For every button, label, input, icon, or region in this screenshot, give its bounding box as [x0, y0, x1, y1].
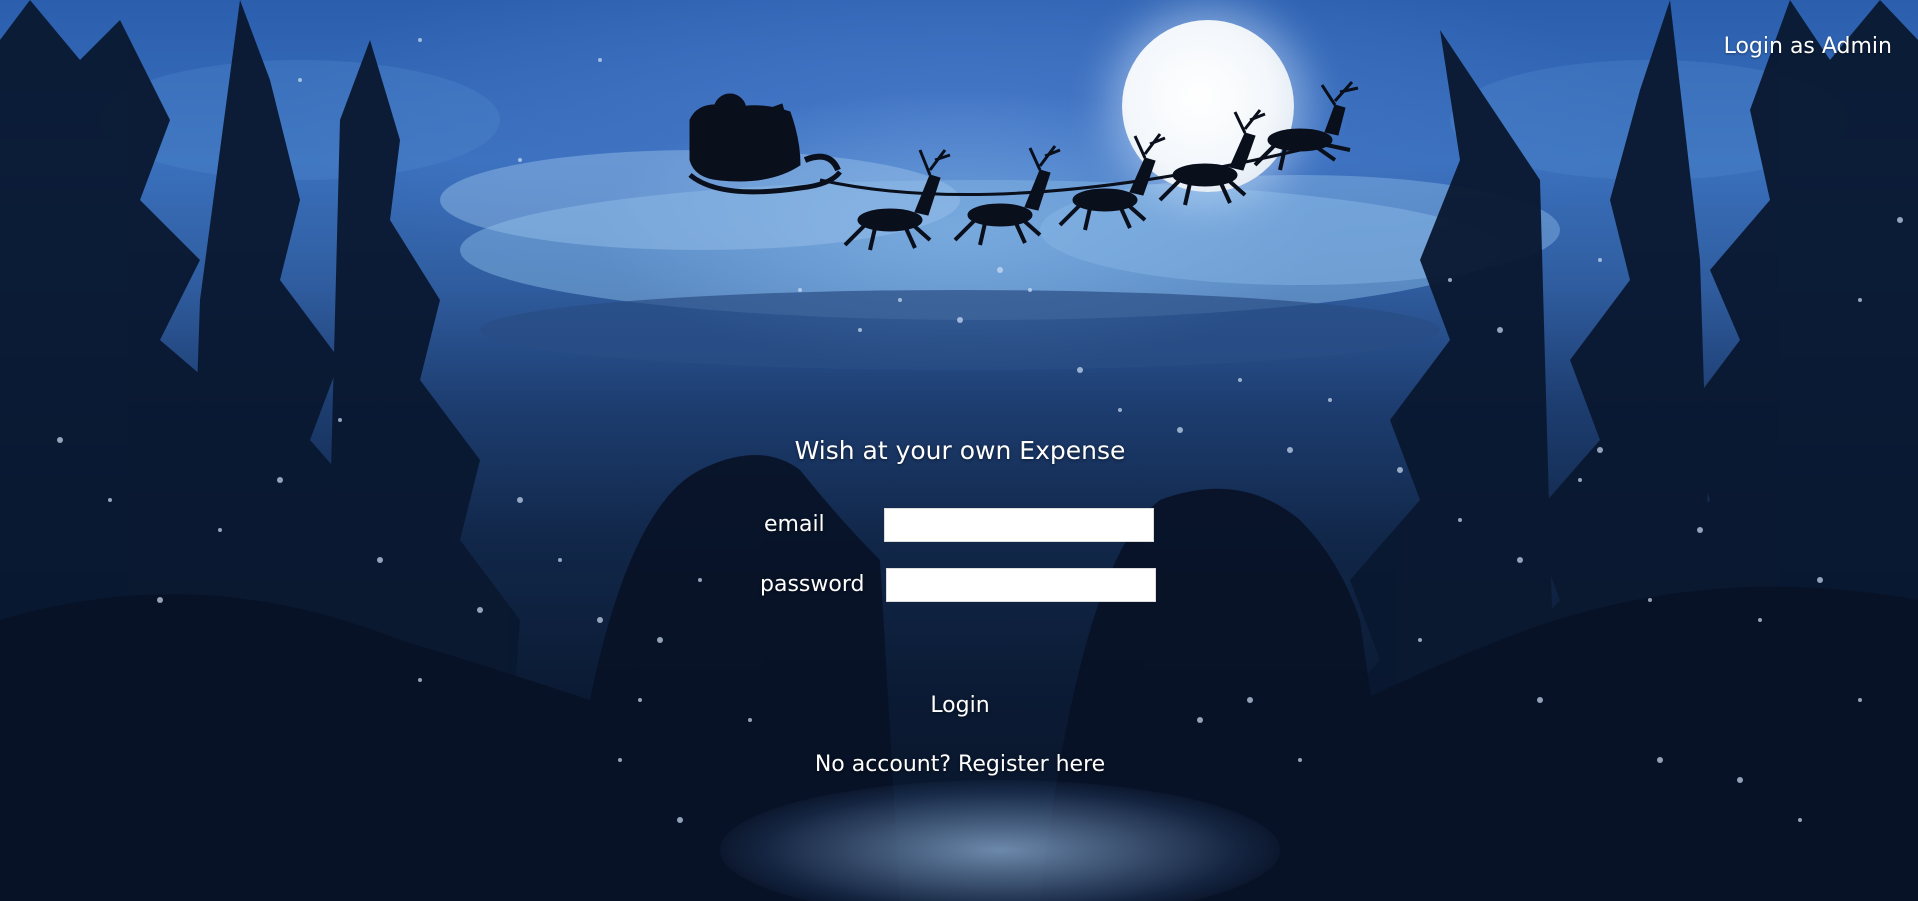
password-input[interactable]: [886, 568, 1156, 602]
password-label: password: [760, 572, 865, 597]
email-input[interactable]: [884, 508, 1154, 542]
form-title: Wish at your own Expense: [794, 436, 1126, 465]
login-button[interactable]: Login: [740, 692, 1180, 719]
register-link[interactable]: No account? Register here: [740, 752, 1180, 777]
background-scene: Login as Admin Wish at your own Expense …: [0, 0, 1918, 901]
login-form: Wish at your own Expense email password …: [740, 430, 1180, 790]
email-label: email: [764, 512, 825, 537]
login-as-admin-link[interactable]: Login as Admin: [1724, 34, 1892, 59]
